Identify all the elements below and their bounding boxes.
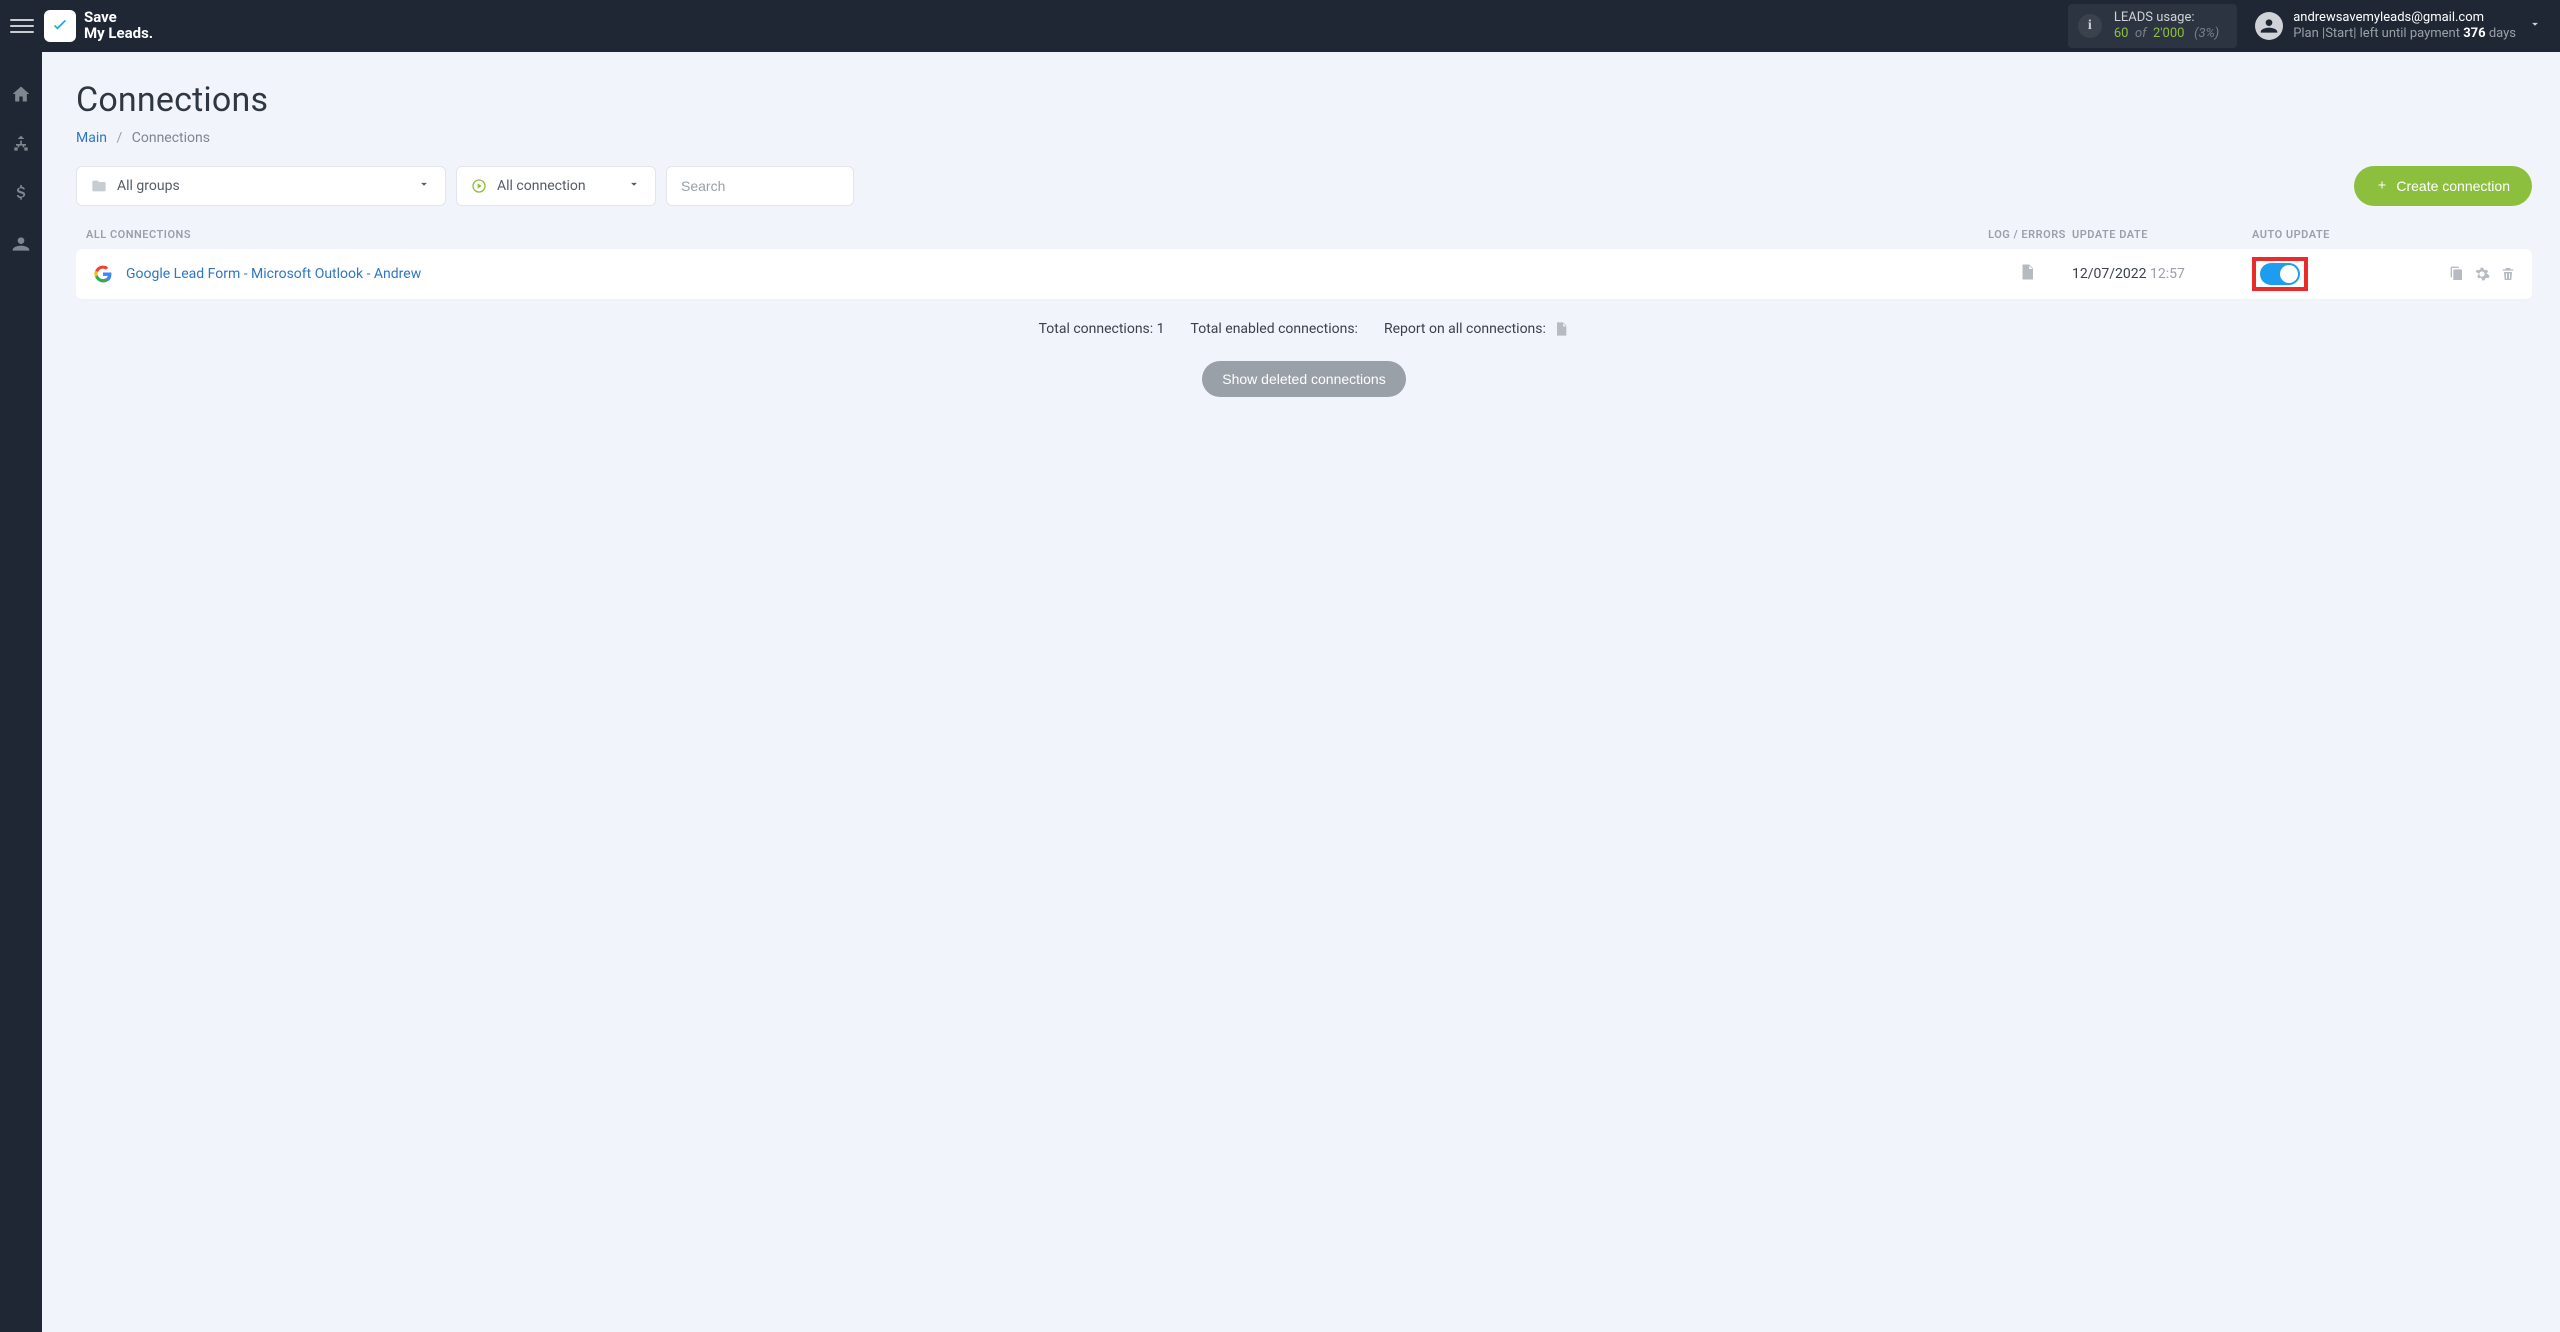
topbar: Save My Leads. i LEADS usage: 60 of 2'00…	[0, 0, 2560, 52]
delete-connection-button[interactable]	[2500, 266, 2516, 282]
enabled-connections-label: Total enabled connections:	[1191, 321, 1358, 337]
row-actions	[2402, 266, 2522, 282]
usage-used: 60	[2114, 26, 2129, 41]
create-connection-label: Create connection	[2396, 178, 2510, 194]
avatar-icon	[2255, 12, 2283, 40]
play-circle-icon	[471, 178, 487, 194]
search-input[interactable]	[681, 178, 839, 194]
google-icon	[94, 265, 112, 283]
update-date: 12/07/2022	[2072, 266, 2147, 282]
total-connections-value: 1	[1157, 321, 1165, 337]
show-deleted-button[interactable]: Show deleted connections	[1202, 361, 1405, 397]
update-time: 12:57	[2150, 266, 2185, 282]
account-email: andrewsavemyleads@gmail.com	[2293, 10, 2516, 26]
report-document-icon[interactable]	[1553, 321, 1569, 337]
copy-connection-button[interactable]	[2448, 266, 2464, 282]
document-icon	[2018, 263, 2036, 285]
connection-status-label: All connection	[497, 178, 586, 194]
brand-text-line2: My Leads.	[84, 26, 153, 42]
groups-select-label: All groups	[117, 178, 180, 194]
sidebar-home-icon[interactable]	[9, 82, 33, 106]
log-cell[interactable]	[1982, 263, 2072, 285]
summary-row: Total connections: 1 Total enabled conne…	[76, 321, 2532, 337]
account-text: andrewsavemyleads@gmail.com Plan |Start|…	[2293, 10, 2516, 43]
account-plan-prefix: Plan |Start| left until payment	[2293, 26, 2460, 41]
header-auto-update: AUTO UPDATE	[2252, 228, 2402, 241]
connection-status-select[interactable]: All connection	[456, 166, 656, 206]
total-connections-label: Total connections:	[1039, 321, 1154, 337]
search-box[interactable]	[666, 166, 854, 206]
filter-row: All groups All connection Create connect…	[76, 166, 2532, 206]
sidebar	[0, 52, 42, 1332]
brand-logo[interactable]: Save My Leads.	[44, 10, 153, 42]
plus-icon	[2376, 178, 2388, 194]
header-log-errors: LOG / ERRORS	[1982, 228, 2072, 241]
usage-label: LEADS usage:	[2114, 10, 2219, 26]
update-date-cell: 12/07/2022 12:57	[2072, 266, 2252, 282]
usage-limit: 2'000	[2153, 26, 2185, 41]
header-all-connections: ALL CONNECTIONS	[86, 228, 1982, 241]
sidebar-profile-icon[interactable]	[9, 232, 33, 256]
leads-usage-pill[interactable]: i LEADS usage: 60 of 2'000 (3%)	[2068, 4, 2237, 49]
breadcrumb-current: Connections	[132, 130, 210, 146]
sidebar-connections-icon[interactable]	[9, 132, 33, 156]
create-connection-button[interactable]: Create connection	[2354, 166, 2532, 206]
page-title: Connections	[76, 80, 2532, 120]
usage-of: of	[2135, 26, 2147, 41]
header-update-date: UPDATE DATE	[2072, 228, 2252, 241]
usage-pct: (3%)	[2194, 26, 2219, 41]
auto-update-highlight	[2252, 257, 2308, 291]
auto-update-cell	[2252, 257, 2402, 291]
account-caret-icon[interactable]	[2516, 17, 2542, 35]
usage-text: LEADS usage: 60 of 2'000 (3%)	[2114, 10, 2219, 43]
settings-connection-button[interactable]	[2474, 266, 2490, 282]
breadcrumb-main-link[interactable]: Main	[76, 130, 107, 146]
auto-update-toggle[interactable]	[2260, 263, 2300, 285]
folder-icon	[91, 178, 107, 194]
breadcrumb: Main / Connections	[76, 130, 2532, 146]
list-headers: ALL CONNECTIONS LOG / ERRORS UPDATE DATE…	[76, 228, 2532, 249]
hamburger-menu-button[interactable]	[10, 14, 34, 38]
report-connections-label: Report on all connections:	[1384, 321, 1546, 337]
account-days-word: days	[2489, 26, 2516, 41]
groups-select[interactable]: All groups	[76, 166, 446, 206]
chevron-down-icon	[597, 177, 641, 195]
info-icon: i	[2078, 14, 2102, 38]
main-content: Connections Main / Connections All group…	[42, 52, 2560, 1332]
chevron-down-icon	[387, 177, 431, 195]
logo-mark-icon	[44, 10, 76, 42]
brand-text: Save My Leads.	[84, 10, 153, 42]
account-menu[interactable]: andrewsavemyleads@gmail.com Plan |Start|…	[2255, 10, 2516, 43]
connection-name-link[interactable]: Google Lead Form - Microsoft Outlook - A…	[126, 266, 421, 282]
breadcrumb-separator: /	[116, 130, 122, 146]
connection-name-cell: Google Lead Form - Microsoft Outlook - A…	[86, 265, 1982, 283]
sidebar-billing-icon[interactable]	[9, 182, 33, 206]
connection-row: Google Lead Form - Microsoft Outlook - A…	[76, 249, 2532, 299]
account-days-num: 376	[2463, 26, 2485, 41]
